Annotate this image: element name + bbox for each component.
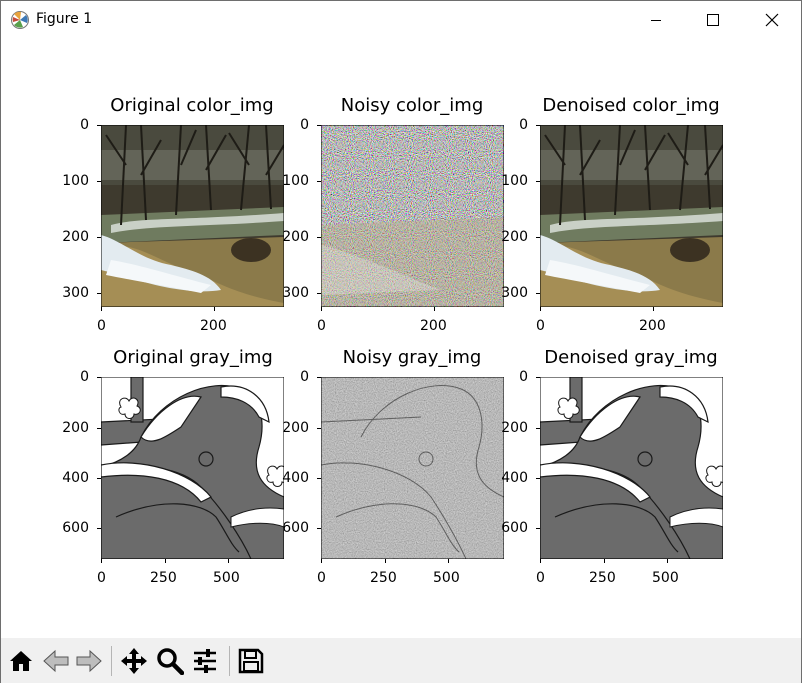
navigation-toolbar	[1, 638, 801, 683]
figure-canvas[interactable]: Original color_img 0 100 200 300 0 200 N…	[1, 39, 801, 637]
save-button[interactable]	[234, 644, 268, 678]
figure-window: Figure 1 Original color_img 0 100 200 30…	[0, 0, 802, 683]
toolbar-separator	[229, 646, 230, 676]
window-title: Figure 1	[36, 11, 93, 27]
home-icon	[10, 651, 32, 671]
pan-icon	[121, 648, 147, 674]
matplotlib-icon	[11, 11, 29, 29]
maximize-icon	[707, 14, 719, 26]
zoom-icon	[157, 648, 184, 675]
save-icon	[238, 648, 264, 674]
toolbar-separator	[111, 646, 112, 676]
close-button[interactable]	[749, 1, 795, 39]
home-button[interactable]	[4, 644, 38, 678]
minimize-icon	[651, 20, 661, 21]
zoom-button[interactable]	[153, 644, 187, 678]
tick-marks	[97, 125, 668, 563]
title-bar[interactable]: Figure 1	[1, 1, 801, 39]
forward-button[interactable]	[72, 644, 106, 678]
close-icon	[765, 13, 779, 27]
back-icon	[43, 649, 69, 673]
maximize-button[interactable]	[690, 1, 736, 39]
pan-button[interactable]	[117, 644, 151, 678]
minimize-button[interactable]	[633, 1, 679, 39]
configure-subplots-button[interactable]	[188, 644, 222, 678]
back-button[interactable]	[39, 644, 73, 678]
configure-subplots-icon	[194, 649, 216, 673]
forward-icon	[76, 649, 102, 673]
